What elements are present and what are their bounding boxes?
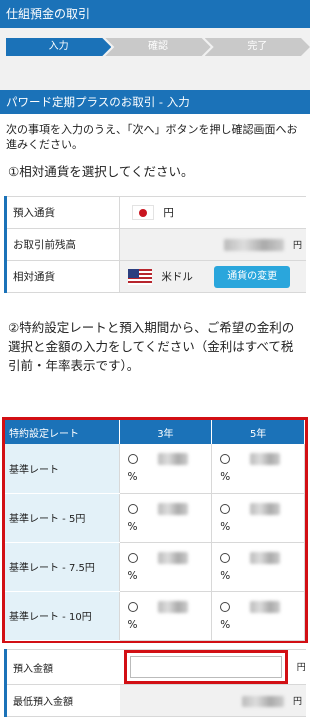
radio-button[interactable] bbox=[127, 601, 138, 612]
deposit-currency-label: 預入通貨 bbox=[4, 196, 120, 229]
intro-text: 次の事項を入力のうえ、「次へ」ボタンを押し確認画面へお進みください。 bbox=[6, 123, 298, 151]
rate-header-5y: 5年 bbox=[211, 420, 305, 444]
rate-table: 特約設定レート 3年 5年 基準レート 0.000% 0.000% 基準レート … bbox=[5, 420, 305, 641]
radio-button[interactable] bbox=[220, 552, 231, 563]
step-complete: 完了 bbox=[205, 38, 310, 56]
rate-option-5y[interactable]: 0.000% bbox=[211, 542, 305, 592]
rate-option-5y[interactable]: 0.000% bbox=[211, 444, 305, 494]
radio-button[interactable] bbox=[127, 454, 138, 465]
balance-amount-masked: 00,000,000 bbox=[223, 239, 284, 251]
us-flag-icon bbox=[128, 268, 152, 285]
amount-input[interactable] bbox=[129, 656, 282, 678]
rate-row: 基準レート - 10円 0.000% 0.000% bbox=[5, 591, 305, 641]
rate-row-label: 基準レート - 5円 bbox=[5, 493, 120, 543]
min-amount-label: 最低預入金額 bbox=[4, 684, 120, 717]
counter-currency-value: 米ドル 通貨の変更 bbox=[119, 260, 306, 293]
radio-button[interactable] bbox=[220, 601, 231, 612]
min-amount-value: 000,000 円 bbox=[119, 684, 306, 717]
amount-input-highlight bbox=[123, 650, 288, 684]
radio-button[interactable] bbox=[127, 552, 138, 563]
amount-label: 預入金額 bbox=[4, 649, 120, 685]
rate-row: 基準レート - 5円 0.000% 0.000% bbox=[5, 493, 305, 543]
rate-header-label: 特約設定レート bbox=[5, 420, 120, 444]
japan-flag-icon bbox=[132, 205, 154, 221]
progress-steps: 入力 確認 完了 bbox=[0, 28, 310, 90]
min-amount-masked: 000,000 bbox=[242, 696, 284, 707]
step-confirm: 確認 bbox=[105, 38, 210, 56]
balance-value: 00,000,000 円 bbox=[119, 228, 306, 261]
rate-option-3y[interactable]: 0.000% bbox=[119, 542, 213, 592]
rate-option-3y[interactable]: 0.000% bbox=[119, 591, 213, 641]
rate-header-3y: 3年 bbox=[119, 420, 213, 444]
rate-row-label: 基準レート bbox=[5, 444, 120, 494]
rate-row-label: 基準レート - 7.5円 bbox=[5, 542, 120, 592]
amount-table: 預入金額 円 最低預入金額 000,000 円 bbox=[4, 649, 306, 717]
balance-label: お取引前残高 bbox=[4, 228, 120, 261]
rate-option-3y[interactable]: 0.000% bbox=[119, 444, 213, 494]
step-input: 入力 bbox=[6, 38, 111, 56]
deposit-currency-value: 円 bbox=[119, 196, 306, 229]
radio-button[interactable] bbox=[220, 503, 231, 514]
rate-row: 基準レート 0.000% 0.000% bbox=[5, 444, 305, 494]
rate-row-label: 基準レート - 10円 bbox=[5, 591, 120, 641]
counter-currency-label: 相対通貨 bbox=[4, 260, 120, 293]
app-header: 仕組預金の取引 bbox=[0, 0, 310, 28]
radio-button[interactable] bbox=[220, 454, 231, 465]
instruction-rate: ②特約設定レートと預入期間から、ご希望の金利の選択と金額の入力をしてください（金… bbox=[8, 320, 295, 373]
change-currency-button[interactable]: 通貨の変更 bbox=[214, 265, 291, 288]
section-title: パワード定期プラスのお取引 - 入力 bbox=[0, 90, 310, 114]
rate-row: 基準レート - 7.5円 0.000% 0.000% bbox=[5, 542, 305, 592]
rate-option-3y[interactable]: 0.000% bbox=[119, 493, 213, 543]
radio-button[interactable] bbox=[127, 503, 138, 514]
deposit-info-table: 預入通貨 円 お取引前残高 00,000,000 円 相対通貨 米ドル 通貨の変… bbox=[4, 196, 306, 293]
rate-selection-highlight: 特約設定レート 3年 5年 基準レート 0.000% 0.000% 基準レート … bbox=[2, 417, 308, 643]
instruction-currency: ①相対通貨を選択してください。 bbox=[8, 164, 194, 179]
amount-field-cell: 円 bbox=[119, 649, 306, 685]
rate-option-5y[interactable]: 0.000% bbox=[211, 591, 305, 641]
rate-option-5y[interactable]: 0.000% bbox=[211, 493, 305, 543]
